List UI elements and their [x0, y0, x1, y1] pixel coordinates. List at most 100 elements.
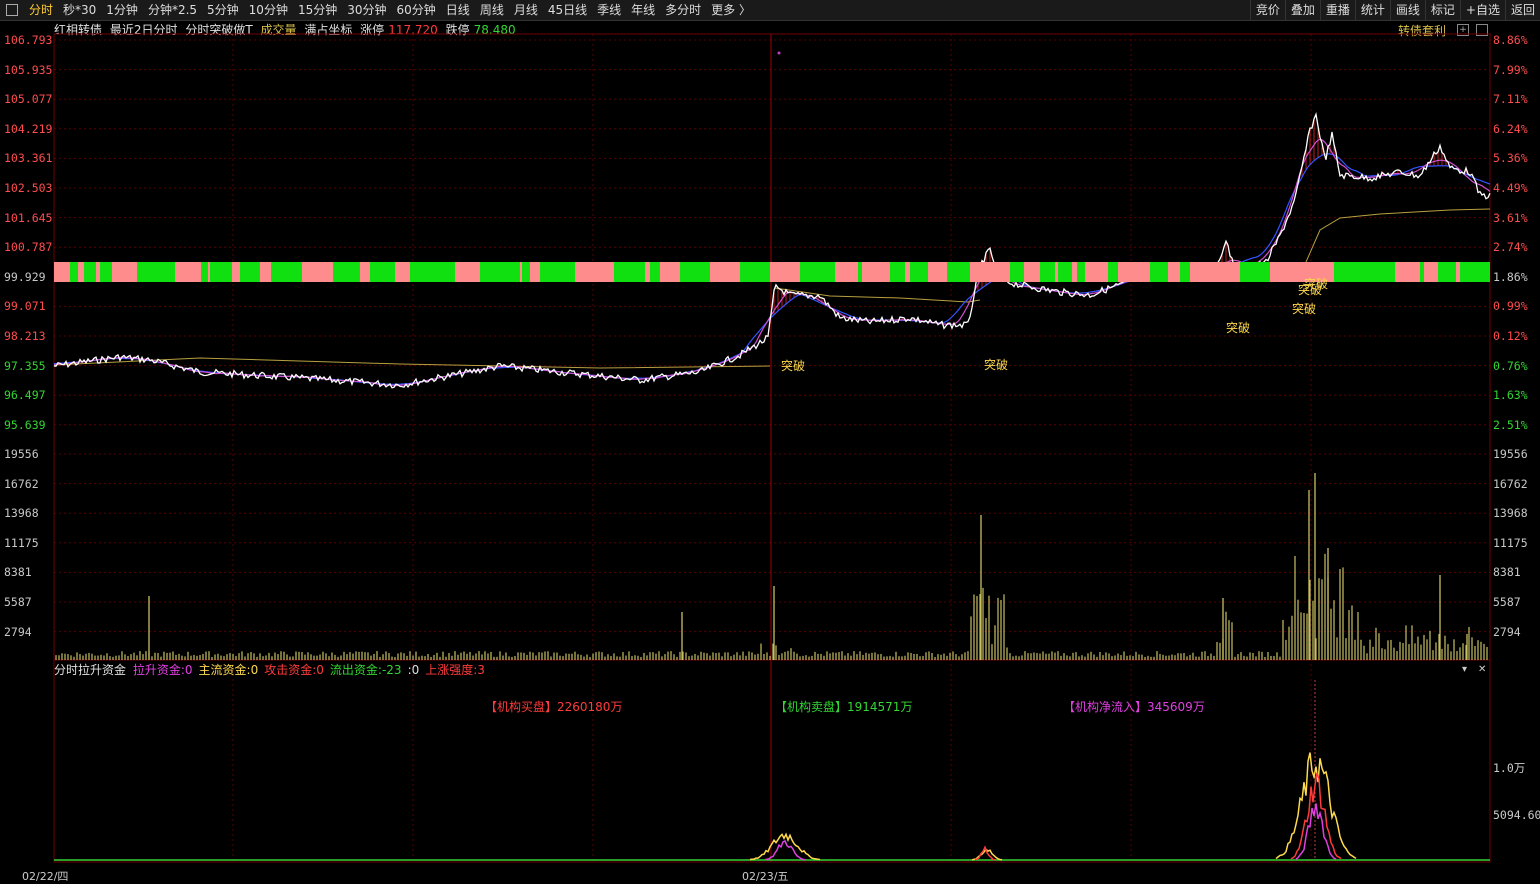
signal-band-segment [680, 262, 710, 282]
axis-label: 98.213 [4, 329, 46, 343]
close-icon[interactable]: ✕ [1478, 664, 1486, 675]
signal-band-segment [1077, 262, 1085, 282]
breakout-label: 突破 [984, 358, 1009, 372]
signal-band-segment [614, 262, 645, 282]
signal-band-segment [271, 262, 302, 282]
main-fund-line [749, 832, 821, 861]
axis-label: 104.219 [4, 121, 53, 136]
axis-label: 19556 [1493, 447, 1528, 461]
axis-label: 99.929 [4, 269, 46, 284]
axis-label: 6.24% [1493, 121, 1528, 136]
breakout-label: 突破 [781, 359, 806, 373]
signal-band-segment [240, 262, 260, 282]
axis-label: 8381 [4, 565, 32, 580]
intraday-chart[interactable] [0, 0, 1540, 880]
axis-label: 11175 [1493, 535, 1528, 550]
indicator-title[interactable]: 分时拉升资金 [54, 663, 126, 677]
axis-label: 106.793 [4, 33, 53, 47]
signal-band-segment [137, 262, 175, 282]
signal-band-segment [910, 262, 928, 282]
axis-label: 16762 [4, 476, 39, 491]
axis-label: 8.86% [1493, 33, 1528, 47]
signal-band-segment [1240, 262, 1270, 282]
axis-label: 101.645 [4, 210, 53, 225]
indicator-item-value: 3 [477, 663, 485, 677]
indicator-item-label: : [407, 663, 412, 677]
axis-label: 105.935 [4, 62, 53, 77]
axis-label: 19556 [4, 447, 39, 461]
signal-band-segment [100, 262, 112, 282]
axis-label: 7.99% [1493, 62, 1528, 77]
indicator-panel-header: 分时拉升资金 拉升资金:0 主流资金:0 攻击资金:0 流出资金:-23:0 上涨强度:… [54, 662, 494, 678]
signal-band-segment [947, 262, 970, 282]
price-line [53, 112, 1491, 389]
axis-label: 100.787 [4, 240, 53, 255]
signal-band-segment [333, 262, 360, 282]
axis-label: 99.071 [4, 299, 46, 314]
avg-price-line [1305, 208, 1491, 263]
signal-band-segment [84, 262, 96, 282]
indicator-item-label: 攻击资金: [264, 663, 317, 677]
signal-band-segment [480, 262, 520, 282]
axis-label: 97.355 [4, 358, 46, 373]
axis-label: 5587 [4, 595, 32, 609]
axis-label: 5587 [1493, 595, 1521, 609]
institution-net-label: 【机构净流入】345609万 [1063, 700, 1205, 714]
indicator-item-value: 0 [316, 663, 324, 677]
axis-label: 8381 [1493, 565, 1521, 580]
chevron-down-icon[interactable]: ▾ [1462, 664, 1467, 675]
breakout-label: 突破 [1292, 302, 1317, 316]
signal-band-segment [410, 262, 455, 282]
signal-band-segment [70, 262, 78, 282]
indicator-item-value: 0 [184, 663, 193, 677]
signal-band-segment [540, 262, 575, 282]
axis-label: 2.74% [1493, 240, 1528, 255]
signal-band-segment [800, 262, 835, 282]
axis-label: 105.077 [4, 92, 53, 107]
signal-band-segment [1058, 262, 1072, 282]
indicator-item-label: 流出资金: [329, 663, 382, 677]
signal-band-segment [1010, 262, 1024, 282]
axis-label: 3.61% [1493, 210, 1528, 225]
breakout-label: 突破 [1304, 277, 1329, 291]
axis-label: 0.99% [1493, 299, 1528, 314]
axis-label: 16762 [1493, 476, 1528, 491]
breakout-label: 突破 [1226, 321, 1251, 335]
signal-band-segment [210, 262, 232, 282]
indicator-axis-high: 1.0万 [1493, 761, 1526, 775]
axis-label: 2794 [4, 624, 32, 639]
axis-label: 11175 [4, 535, 39, 550]
axis-label: 5.36% [1493, 151, 1528, 166]
axis-label: 1.86% [1493, 269, 1528, 284]
axis-label: 102.503 [4, 181, 53, 195]
indicator-item: 攻击资金:0 [264, 663, 327, 677]
indicator-item-label: 主流资金: [198, 663, 251, 677]
indicator-item: 主流资金:0 [199, 663, 262, 677]
signal-band-segment [522, 262, 530, 282]
institution-buy-label: 【机构买盘】2260180万 [485, 700, 623, 714]
signal-band-segment [1040, 262, 1055, 282]
axis-label: 2794 [1493, 624, 1521, 639]
axis-label: 0.12% [1493, 329, 1528, 343]
axis-label: 13968 [1493, 506, 1528, 521]
axis-label: 7.11% [1493, 92, 1528, 107]
indicator-item-label: 拉升资金: [132, 663, 185, 677]
date-label: 02/23/五 [742, 870, 789, 883]
axis-label: 103.361 [4, 151, 53, 166]
signal-band-segment [1438, 262, 1456, 282]
indicator-item: :0 [408, 663, 423, 677]
axis-label: 95.639 [4, 417, 46, 432]
signal-band-segment [1460, 262, 1490, 282]
axis-label: 4.49% [1493, 181, 1528, 195]
indicator-item-label: 上涨强度: [425, 663, 478, 677]
signal-band-segment [1334, 262, 1395, 282]
signal-band-segment [1180, 262, 1190, 282]
signal-band-segment [1420, 262, 1424, 282]
axis-label: 0.76% [1493, 358, 1528, 373]
indicator-item-value: 0 [250, 663, 259, 677]
signal-band-segment [370, 262, 395, 282]
indicator-item: 流出资金:-23 [330, 663, 405, 677]
signal-band [54, 262, 1490, 282]
lift-fund-line [1295, 803, 1337, 860]
axis-label: 13968 [4, 506, 39, 521]
